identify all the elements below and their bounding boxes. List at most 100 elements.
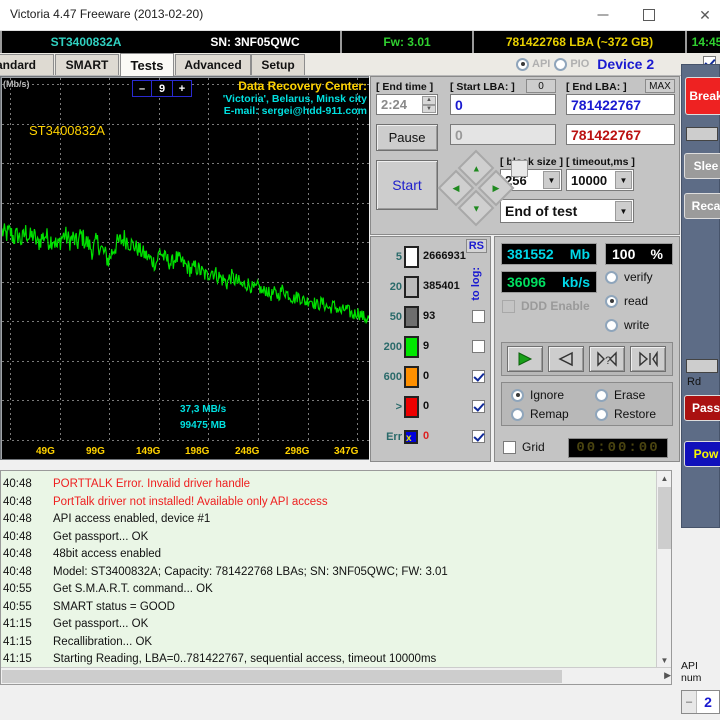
- legend-log-checkbox[interactable]: [472, 400, 485, 413]
- action-remap-row[interactable]: Remap: [511, 407, 569, 421]
- end-of-test-combo[interactable]: End of test ▼: [500, 199, 634, 223]
- tab-standard[interactable]: andard: [0, 54, 54, 75]
- tab-smart[interactable]: SMART: [55, 54, 119, 75]
- tab-tests[interactable]: Tests: [120, 53, 174, 77]
- start-lba-zero-button[interactable]: 0: [526, 79, 556, 93]
- legend-count: 0: [423, 370, 429, 382]
- start-lba-secondary-field[interactable]: 0: [450, 124, 556, 145]
- ddd-enable-checkbox[interactable]: [502, 300, 515, 313]
- action-restore-row[interactable]: Restore: [595, 407, 656, 421]
- timeout-value: 10000: [571, 173, 607, 188]
- play-backward-button[interactable]: [548, 346, 584, 372]
- log-pane[interactable]: 40:48PORTTALK Error. Invalid driver hand…: [0, 470, 672, 685]
- end-time-label: [ End time ]: [376, 81, 433, 93]
- legend-log-checkbox[interactable]: [472, 340, 485, 353]
- tab-advanced[interactable]: Advanced: [175, 54, 251, 75]
- legend-row: 52666931: [371, 243, 492, 271]
- restore-radio[interactable]: [595, 408, 608, 421]
- log-vertical-scrollbar[interactable]: ▲ ▼: [656, 471, 671, 668]
- legend-log-checkbox[interactable]: [472, 430, 485, 443]
- pio-radio[interactable]: [554, 58, 567, 71]
- end-lba-field[interactable]: 781422767: [566, 94, 675, 115]
- tab-setup[interactable]: Setup: [251, 54, 305, 75]
- grid-checkbox[interactable]: [503, 441, 516, 454]
- xtick-4: 248G: [235, 446, 259, 457]
- legend-count: 0: [423, 430, 429, 442]
- start-lba-field[interactable]: 0: [450, 94, 556, 115]
- ddd-enable-row[interactable]: DDD Enable: [502, 299, 590, 313]
- ddd-enable-label: DDD Enable: [521, 299, 590, 313]
- maximize-button[interactable]: [626, 0, 672, 30]
- remap-label: Remap: [530, 407, 569, 421]
- api-radio[interactable]: [516, 58, 529, 71]
- speed-graph[interactable]: (Mb/s) – 9 + Data Recovery Center: 'Vict…: [2, 78, 369, 459]
- jump-start-button[interactable]: [630, 346, 666, 372]
- minimize-button[interactable]: [580, 0, 626, 30]
- dpad-center-toggle[interactable]: [511, 160, 528, 177]
- log-entry: 40:48API access enabled, device #1: [1, 510, 651, 528]
- play-forward-button[interactable]: [507, 346, 543, 372]
- xtick-0: 49G: [36, 446, 55, 457]
- read-radio[interactable]: [605, 295, 618, 308]
- log-horizontal-scrollbar[interactable]: ▶: [1, 667, 672, 684]
- action-erase-row[interactable]: Erase: [595, 388, 645, 402]
- grid-toggle-row[interactable]: Grid: [503, 440, 545, 454]
- log-entry: 40:55SMART status = GOOD: [1, 598, 651, 616]
- scroll-up-arrow-icon[interactable]: ▲: [657, 471, 672, 486]
- percent-value: 100: [606, 246, 635, 262]
- log-entry: 40:48Model: ST3400832A; Capacity: 781422…: [1, 563, 651, 581]
- legend-time: 200: [371, 341, 402, 353]
- end-time-field[interactable]: 2:24 ▲▼: [376, 94, 438, 115]
- recall-button[interactable]: Reca: [684, 193, 720, 219]
- verify-radio[interactable]: [605, 271, 618, 284]
- break-button[interactable]: Break: [685, 77, 720, 115]
- write-radio[interactable]: [605, 319, 618, 332]
- hscroll-thumb[interactable]: [2, 670, 562, 683]
- action-ignore-row[interactable]: Ignore: [511, 388, 564, 402]
- zoom-in-button[interactable]: +: [173, 81, 191, 96]
- api-num-decrement[interactable]: –: [682, 691, 697, 713]
- pause-button[interactable]: Pause: [376, 124, 438, 151]
- timeout-combo[interactable]: 10000 ▼: [566, 169, 634, 191]
- remap-radio[interactable]: [511, 408, 524, 421]
- start-lba-label: [ Start LBA: ]: [450, 81, 515, 93]
- navigation-dpad[interactable]: ▲ ◀ ▶ ▼: [443, 155, 509, 221]
- percent-unit: %: [651, 246, 663, 262]
- sleep-button[interactable]: Slee: [684, 153, 720, 179]
- jump-query-button[interactable]: ?: [589, 346, 625, 372]
- ignore-radio[interactable]: [511, 389, 524, 402]
- legend-row: 6000: [371, 363, 492, 391]
- svg-text:x: x: [406, 433, 412, 442]
- passport-button[interactable]: Pass: [684, 395, 720, 421]
- mode-read-row[interactable]: read: [605, 294, 648, 308]
- mode-verify-row[interactable]: verify: [605, 270, 653, 284]
- api-num-spinner[interactable]: – 2: [681, 690, 720, 714]
- graph-zoom-control[interactable]: – 9 +: [132, 80, 192, 97]
- break-state-box[interactable]: [686, 127, 718, 141]
- scroll-right-arrow-icon[interactable]: ▶: [664, 670, 671, 681]
- legend-log-checkbox[interactable]: [472, 370, 485, 383]
- watermark-line-2: 'Victoria', Belarus, Minsk city: [223, 93, 367, 106]
- legend-row: 2009: [371, 333, 492, 361]
- start-button[interactable]: Start: [376, 160, 438, 210]
- legend-log-checkbox[interactable]: [472, 310, 485, 323]
- zoom-out-button[interactable]: –: [133, 81, 152, 96]
- xtick-1: 99G: [86, 446, 105, 457]
- close-button[interactable]: ✕: [682, 0, 720, 30]
- power-button[interactable]: Pow: [684, 441, 720, 467]
- end-lba-secondary-field[interactable]: 781422767: [566, 124, 675, 145]
- timeout-label: [ timeout,ms ]: [566, 156, 635, 168]
- speed-graph-panel: (Mb/s) – 9 + Data Recovery Center: 'Vict…: [0, 76, 369, 460]
- log-message: Starting Reading, LBA=0..781422767, sequ…: [53, 653, 436, 665]
- end-time-spinner[interactable]: ▲▼: [422, 96, 436, 113]
- end-lba-max-button[interactable]: MAX: [645, 79, 675, 93]
- log-entry: 40:48Get passport... OK: [1, 528, 651, 546]
- end-lba-label: [ End LBA: ]: [566, 81, 627, 93]
- rd-indicator-box[interactable]: [686, 359, 718, 373]
- erase-radio[interactable]: [595, 389, 608, 402]
- play-forward-icon: [516, 351, 534, 367]
- legend-time: Err: [371, 431, 402, 443]
- scroll-thumb[interactable]: [658, 487, 671, 549]
- mode-write-row[interactable]: write: [605, 318, 649, 332]
- scroll-down-arrow-icon[interactable]: ▼: [657, 653, 672, 668]
